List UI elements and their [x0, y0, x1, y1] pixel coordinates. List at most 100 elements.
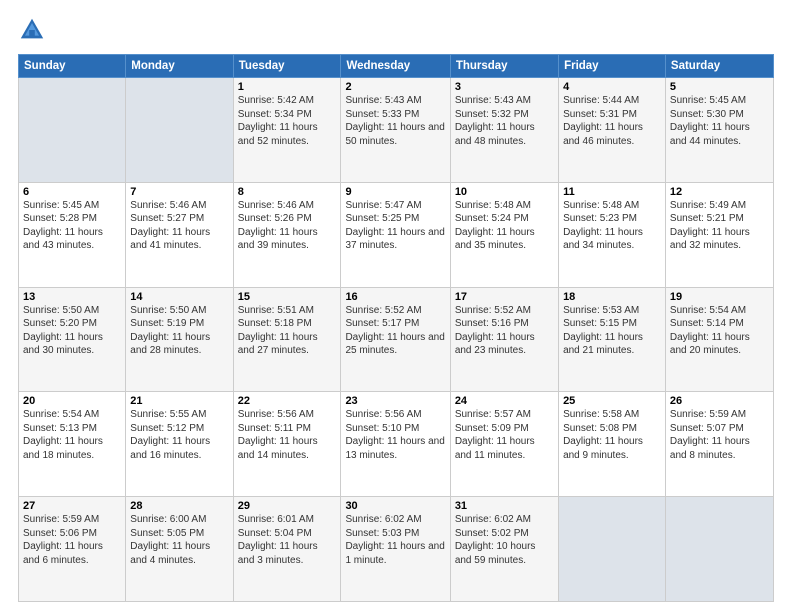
day-number: 10: [455, 186, 554, 198]
day-number: 5: [670, 81, 769, 93]
cell-4-2: 21Sunrise: 5:55 AM Sunset: 5:12 PM Dayli…: [126, 392, 233, 497]
day-number: 9: [345, 186, 445, 198]
cell-3-3: 15Sunrise: 5:51 AM Sunset: 5:18 PM Dayli…: [233, 287, 341, 392]
day-number: 24: [455, 395, 554, 407]
day-number: 31: [455, 500, 554, 512]
cell-1-7: 5Sunrise: 5:45 AM Sunset: 5:30 PM Daylig…: [665, 78, 773, 183]
day-number: 15: [238, 291, 337, 303]
cell-5-7: [665, 497, 773, 602]
calendar-table: SundayMondayTuesdayWednesdayThursdayFrid…: [18, 54, 774, 602]
day-info: Sunrise: 5:48 AM Sunset: 5:24 PM Dayligh…: [455, 199, 554, 253]
day-info: Sunrise: 6:02 AM Sunset: 5:03 PM Dayligh…: [345, 513, 445, 567]
cell-5-3: 29Sunrise: 6:01 AM Sunset: 5:04 PM Dayli…: [233, 497, 341, 602]
cell-3-2: 14Sunrise: 5:50 AM Sunset: 5:19 PM Dayli…: [126, 287, 233, 392]
cell-4-6: 25Sunrise: 5:58 AM Sunset: 5:08 PM Dayli…: [559, 392, 666, 497]
page: SundayMondayTuesdayWednesdayThursdayFrid…: [0, 0, 792, 612]
day-number: 12: [670, 186, 769, 198]
day-info: Sunrise: 5:52 AM Sunset: 5:16 PM Dayligh…: [455, 304, 554, 358]
cell-3-7: 19Sunrise: 5:54 AM Sunset: 5:14 PM Dayli…: [665, 287, 773, 392]
day-info: Sunrise: 5:50 AM Sunset: 5:20 PM Dayligh…: [23, 304, 121, 358]
day-info: Sunrise: 5:54 AM Sunset: 5:14 PM Dayligh…: [670, 304, 769, 358]
day-number: 22: [238, 395, 337, 407]
day-number: 3: [455, 81, 554, 93]
day-number: 25: [563, 395, 661, 407]
cell-4-4: 23Sunrise: 5:56 AM Sunset: 5:10 PM Dayli…: [341, 392, 450, 497]
day-info: Sunrise: 5:46 AM Sunset: 5:26 PM Dayligh…: [238, 199, 337, 253]
day-info: Sunrise: 5:47 AM Sunset: 5:25 PM Dayligh…: [345, 199, 445, 253]
col-header-saturday: Saturday: [665, 55, 773, 78]
day-number: 29: [238, 500, 337, 512]
cell-5-1: 27Sunrise: 5:59 AM Sunset: 5:06 PM Dayli…: [19, 497, 126, 602]
day-info: Sunrise: 5:58 AM Sunset: 5:08 PM Dayligh…: [563, 408, 661, 462]
col-header-friday: Friday: [559, 55, 666, 78]
cell-1-3: 1Sunrise: 5:42 AM Sunset: 5:34 PM Daylig…: [233, 78, 341, 183]
cell-3-1: 13Sunrise: 5:50 AM Sunset: 5:20 PM Dayli…: [19, 287, 126, 392]
cell-5-4: 30Sunrise: 6:02 AM Sunset: 5:03 PM Dayli…: [341, 497, 450, 602]
cell-3-6: 18Sunrise: 5:53 AM Sunset: 5:15 PM Dayli…: [559, 287, 666, 392]
day-number: 6: [23, 186, 121, 198]
cell-2-2: 7Sunrise: 5:46 AM Sunset: 5:27 PM Daylig…: [126, 182, 233, 287]
day-number: 20: [23, 395, 121, 407]
day-number: 4: [563, 81, 661, 93]
cell-1-2: [126, 78, 233, 183]
day-number: 13: [23, 291, 121, 303]
week-row-5: 27Sunrise: 5:59 AM Sunset: 5:06 PM Dayli…: [19, 497, 774, 602]
cell-3-4: 16Sunrise: 5:52 AM Sunset: 5:17 PM Dayli…: [341, 287, 450, 392]
cell-2-1: 6Sunrise: 5:45 AM Sunset: 5:28 PM Daylig…: [19, 182, 126, 287]
day-number: 28: [130, 500, 228, 512]
day-info: Sunrise: 5:46 AM Sunset: 5:27 PM Dayligh…: [130, 199, 228, 253]
day-info: Sunrise: 5:53 AM Sunset: 5:15 PM Dayligh…: [563, 304, 661, 358]
day-number: 26: [670, 395, 769, 407]
day-number: 2: [345, 81, 445, 93]
day-number: 18: [563, 291, 661, 303]
cell-2-4: 9Sunrise: 5:47 AM Sunset: 5:25 PM Daylig…: [341, 182, 450, 287]
day-info: Sunrise: 5:57 AM Sunset: 5:09 PM Dayligh…: [455, 408, 554, 462]
day-info: Sunrise: 6:01 AM Sunset: 5:04 PM Dayligh…: [238, 513, 337, 567]
cell-5-6: [559, 497, 666, 602]
day-info: Sunrise: 5:48 AM Sunset: 5:23 PM Dayligh…: [563, 199, 661, 253]
cell-4-7: 26Sunrise: 5:59 AM Sunset: 5:07 PM Dayli…: [665, 392, 773, 497]
day-info: Sunrise: 5:54 AM Sunset: 5:13 PM Dayligh…: [23, 408, 121, 462]
cell-1-1: [19, 78, 126, 183]
logo: [18, 16, 50, 44]
cell-5-5: 31Sunrise: 6:02 AM Sunset: 5:02 PM Dayli…: [450, 497, 558, 602]
week-row-2: 6Sunrise: 5:45 AM Sunset: 5:28 PM Daylig…: [19, 182, 774, 287]
logo-icon: [18, 16, 46, 44]
day-info: Sunrise: 6:00 AM Sunset: 5:05 PM Dayligh…: [130, 513, 228, 567]
day-info: Sunrise: 5:43 AM Sunset: 5:33 PM Dayligh…: [345, 94, 445, 148]
col-header-thursday: Thursday: [450, 55, 558, 78]
cell-2-3: 8Sunrise: 5:46 AM Sunset: 5:26 PM Daylig…: [233, 182, 341, 287]
day-info: Sunrise: 5:52 AM Sunset: 5:17 PM Dayligh…: [345, 304, 445, 358]
cell-2-7: 12Sunrise: 5:49 AM Sunset: 5:21 PM Dayli…: [665, 182, 773, 287]
day-number: 27: [23, 500, 121, 512]
day-info: Sunrise: 5:59 AM Sunset: 5:06 PM Dayligh…: [23, 513, 121, 567]
week-row-3: 13Sunrise: 5:50 AM Sunset: 5:20 PM Dayli…: [19, 287, 774, 392]
cell-4-3: 22Sunrise: 5:56 AM Sunset: 5:11 PM Dayli…: [233, 392, 341, 497]
day-number: 16: [345, 291, 445, 303]
col-header-sunday: Sunday: [19, 55, 126, 78]
day-number: 11: [563, 186, 661, 198]
cell-3-5: 17Sunrise: 5:52 AM Sunset: 5:16 PM Dayli…: [450, 287, 558, 392]
col-header-monday: Monday: [126, 55, 233, 78]
day-number: 21: [130, 395, 228, 407]
day-info: Sunrise: 5:43 AM Sunset: 5:32 PM Dayligh…: [455, 94, 554, 148]
cell-2-5: 10Sunrise: 5:48 AM Sunset: 5:24 PM Dayli…: [450, 182, 558, 287]
cell-4-5: 24Sunrise: 5:57 AM Sunset: 5:09 PM Dayli…: [450, 392, 558, 497]
day-number: 23: [345, 395, 445, 407]
day-info: Sunrise: 5:49 AM Sunset: 5:21 PM Dayligh…: [670, 199, 769, 253]
day-number: 14: [130, 291, 228, 303]
col-header-wednesday: Wednesday: [341, 55, 450, 78]
day-info: Sunrise: 5:45 AM Sunset: 5:30 PM Dayligh…: [670, 94, 769, 148]
day-info: Sunrise: 5:45 AM Sunset: 5:28 PM Dayligh…: [23, 199, 121, 253]
cell-1-4: 2Sunrise: 5:43 AM Sunset: 5:33 PM Daylig…: [341, 78, 450, 183]
day-info: Sunrise: 5:44 AM Sunset: 5:31 PM Dayligh…: [563, 94, 661, 148]
day-info: Sunrise: 5:59 AM Sunset: 5:07 PM Dayligh…: [670, 408, 769, 462]
header-row: SundayMondayTuesdayWednesdayThursdayFrid…: [19, 55, 774, 78]
cell-1-5: 3Sunrise: 5:43 AM Sunset: 5:32 PM Daylig…: [450, 78, 558, 183]
day-info: Sunrise: 5:42 AM Sunset: 5:34 PM Dayligh…: [238, 94, 337, 148]
day-number: 19: [670, 291, 769, 303]
day-number: 1: [238, 81, 337, 93]
week-row-4: 20Sunrise: 5:54 AM Sunset: 5:13 PM Dayli…: [19, 392, 774, 497]
cell-5-2: 28Sunrise: 6:00 AM Sunset: 5:05 PM Dayli…: [126, 497, 233, 602]
cell-4-1: 20Sunrise: 5:54 AM Sunset: 5:13 PM Dayli…: [19, 392, 126, 497]
